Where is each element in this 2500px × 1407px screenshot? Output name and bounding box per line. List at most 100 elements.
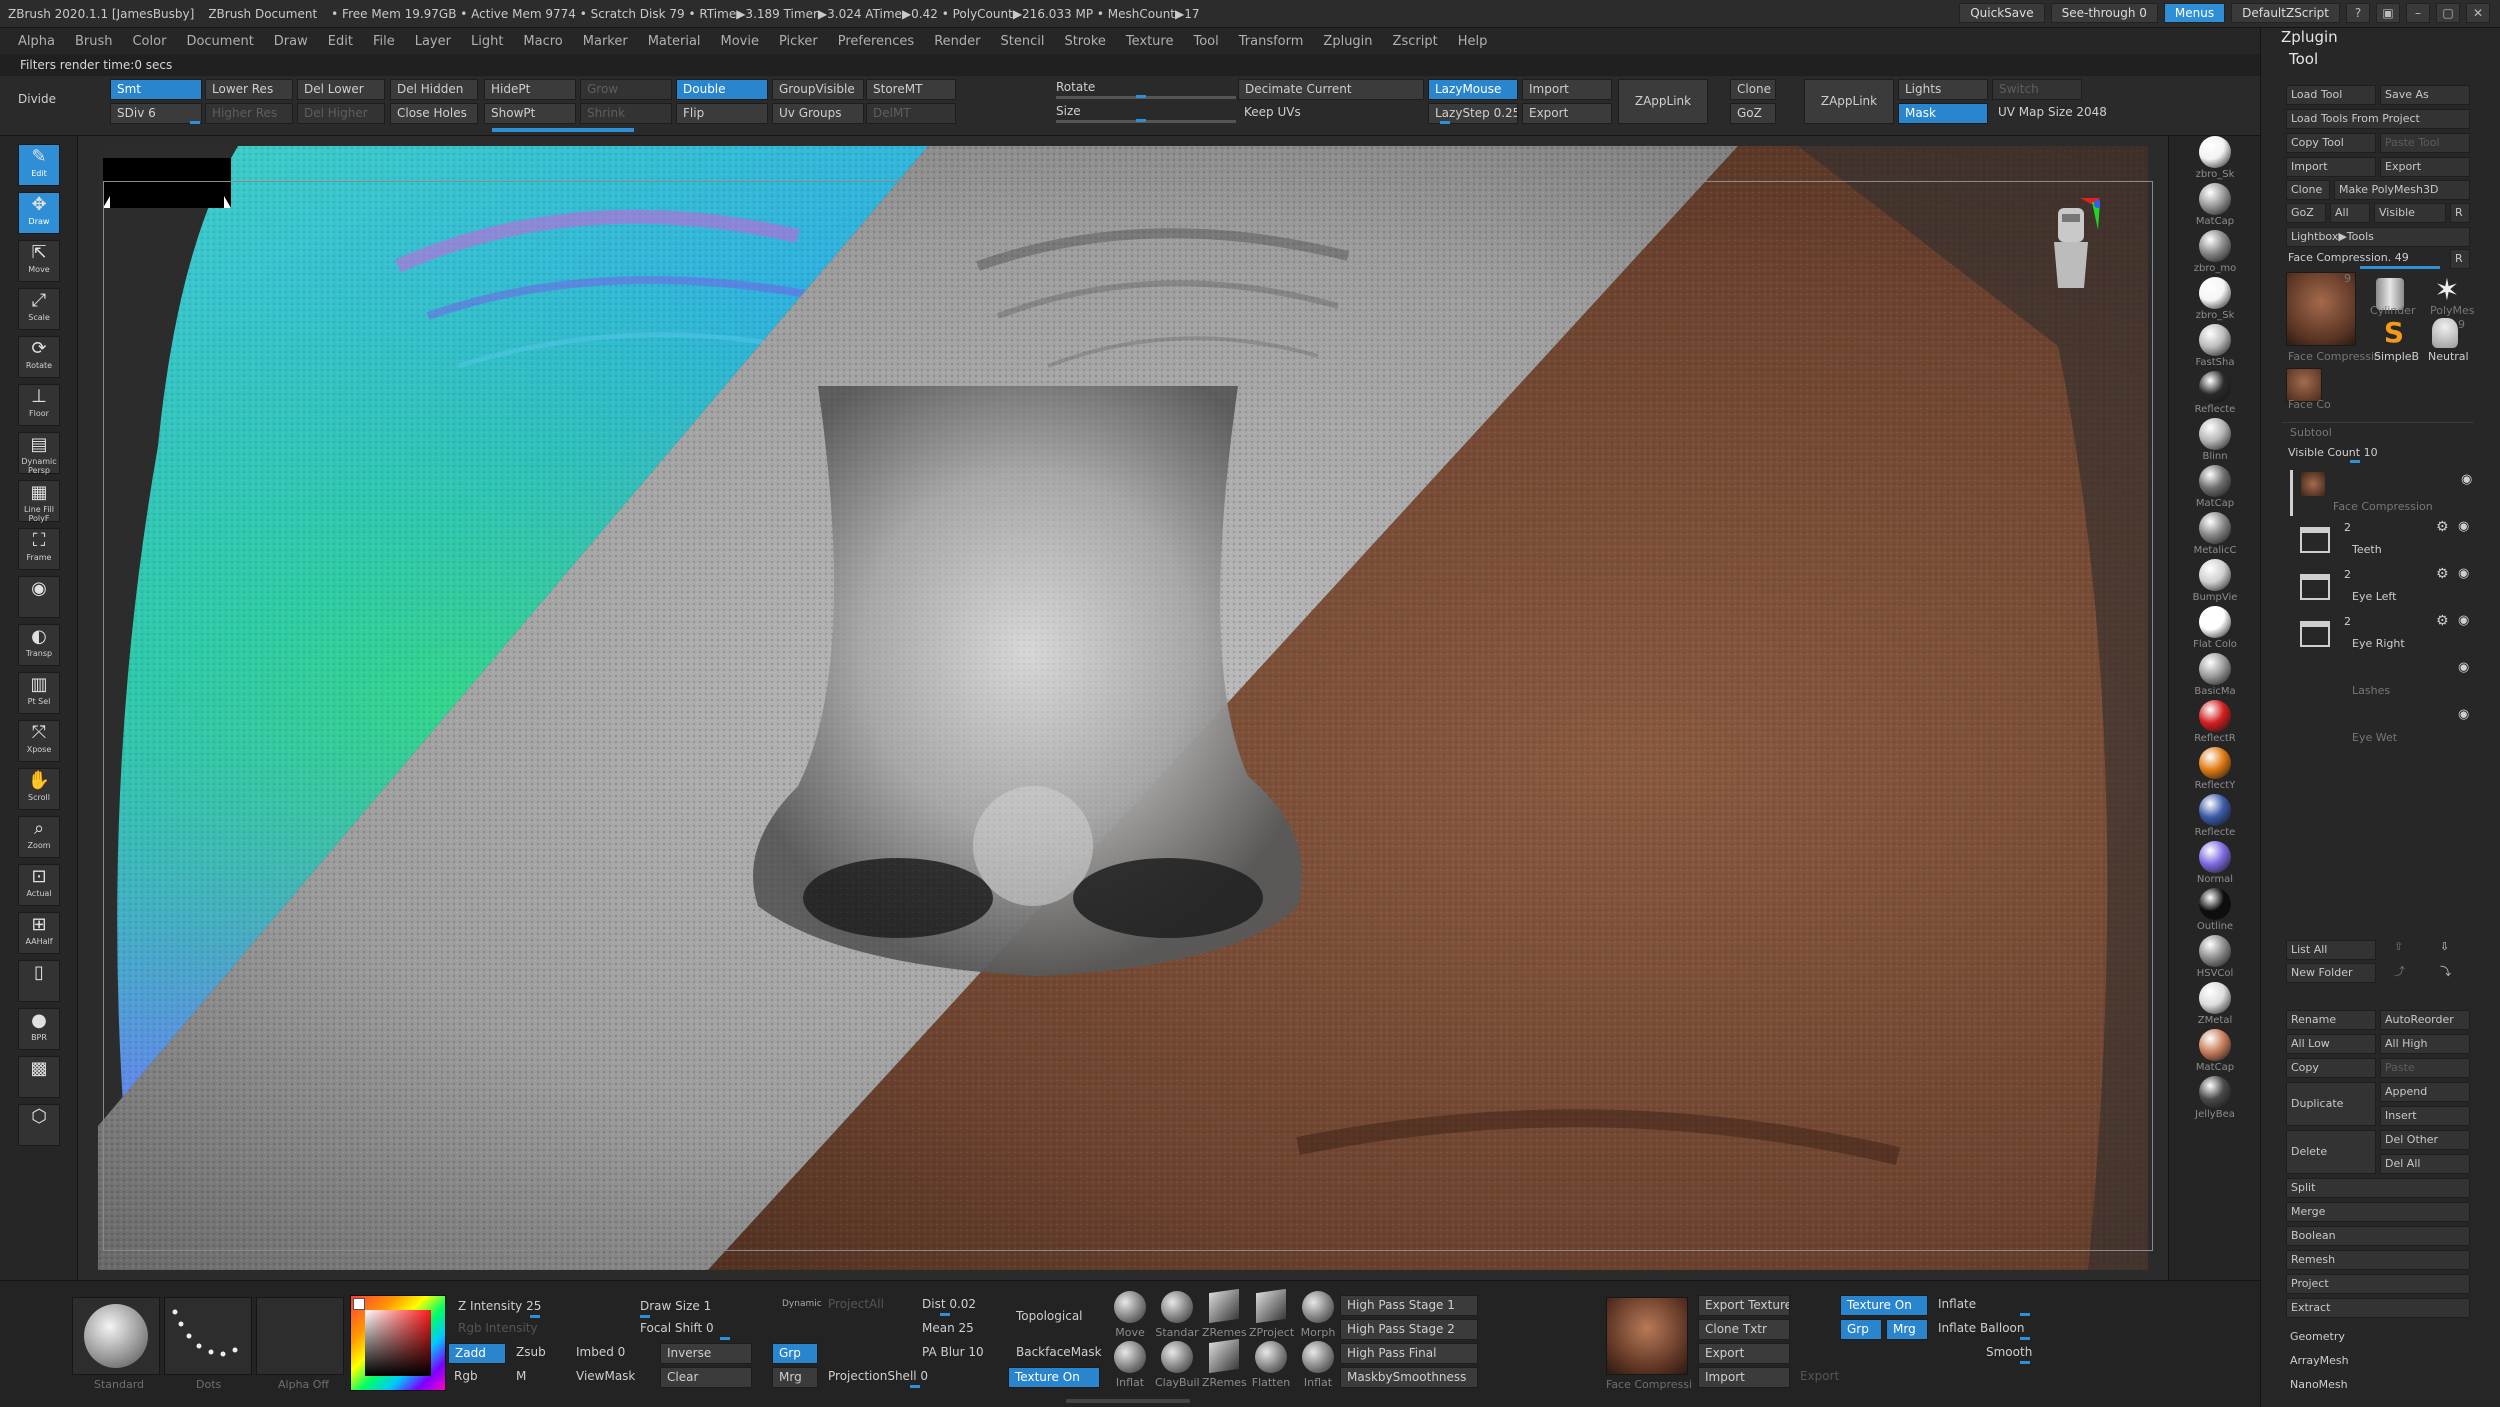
brush-zremes-button[interactable]: ZRemes <box>1202 1338 1247 1397</box>
menu-transform[interactable]: Transform <box>1239 34 1304 49</box>
eye-icon[interactable]: ◉ <box>2458 707 2469 722</box>
down-arrow-icon[interactable]: ⇩ <box>2440 940 2449 953</box>
menu-stroke[interactable]: Stroke <box>1064 34 1105 49</box>
autoreorder-button[interactable]: AutoReorder <box>2380 1010 2470 1030</box>
folder-icon[interactable] <box>2300 621 2330 647</box>
menu-help[interactable]: Help <box>1458 34 1488 49</box>
lazymouse-toggle[interactable]: LazyMouse <box>1428 79 1518 100</box>
brush-zproject-button[interactable]: ZProject <box>1249 1288 1294 1347</box>
extract-button[interactable]: Extract <box>2286 1298 2470 1318</box>
import-bottom-button[interactable]: Import <box>1698 1367 1790 1388</box>
brush-move-button[interactable]: Move <box>1108 1291 1152 1347</box>
material-swatch[interactable]: Outline <box>2191 888 2239 936</box>
double-toggle[interactable]: Double <box>676 79 768 100</box>
pa-blur-slider[interactable]: PA Blur 10 <box>916 1343 990 1364</box>
inflate-slider[interactable]: Inflate <box>1932 1295 1982 1316</box>
maximize-icon[interactable]: ▢ <box>2436 3 2460 23</box>
tool-r-button[interactable]: R <box>2450 249 2470 269</box>
subtool-item[interactable]: ◉ Face Compression <box>2290 470 2480 516</box>
tool-frame-button[interactable]: ⛶ Frame <box>18 528 60 570</box>
tool-cube-button[interactable]: ⬡ <box>18 1104 60 1146</box>
clone-button[interactable]: Clone <box>1730 79 1776 100</box>
zscript-button[interactable]: DefaultZScript <box>2231 3 2340 23</box>
goz-all-button[interactable]: All <box>2330 203 2370 223</box>
menu-zscript[interactable]: Zscript <box>1393 34 1438 49</box>
uv-map-size-slider[interactable]: UV Map Size 2048 <box>1992 103 2113 124</box>
eye-icon[interactable]: ◉ <box>2461 472 2472 487</box>
inflate-balloon-slider[interactable]: Inflate Balloon <box>1932 1319 2031 1340</box>
zadd-toggle[interactable]: Zadd <box>448 1343 506 1364</box>
material-swatch[interactable]: MatCap <box>2191 465 2239 513</box>
backfacemask-toggle[interactable]: BackfaceMask <box>1010 1343 1108 1364</box>
storemt-button[interactable]: StoreMT <box>866 79 956 100</box>
lightbox-tools-button[interactable]: Lightbox▶Tools <box>2286 227 2470 247</box>
tool-actual-button[interactable]: ⊡ Actual <box>18 864 60 906</box>
goz-visible-button[interactable]: Visible <box>2374 203 2446 223</box>
menu-preferences[interactable]: Preferences <box>838 34 914 49</box>
tool-snapshot-button[interactable]: ◉ <box>18 576 60 618</box>
see-through-slider[interactable]: See-through 0 <box>2050 3 2158 23</box>
viewmask-toggle[interactable]: ViewMask <box>570 1367 641 1388</box>
material-swatch[interactable]: FastSha <box>2191 324 2239 372</box>
rotate-slider[interactable] <box>1056 96 1236 99</box>
gear-icon[interactable]: ⚙ <box>2436 519 2449 535</box>
export-texture-button[interactable]: Export Texture <box>1698 1295 1790 1316</box>
neutral-thumbnail[interactable] <box>2432 318 2458 348</box>
tool-scale-button[interactable]: ⤢ Scale <box>18 288 60 330</box>
tool-persp-button[interactable]: ▤ Dynamic Persp <box>18 432 60 475</box>
main-color-swatch[interactable] <box>353 1298 365 1310</box>
clear-button[interactable]: Clear <box>660 1367 752 1388</box>
texture-on-toggle-1[interactable]: Texture On <box>1008 1367 1100 1388</box>
folder-icon[interactable] <box>2300 527 2330 553</box>
stroke-thumbnail[interactable] <box>164 1297 252 1375</box>
tool-xpose-button[interactable]: ⤧ Xpose <box>18 720 60 762</box>
menu-stencil[interactable]: Stencil <box>1000 34 1044 49</box>
insert-button[interactable]: Insert <box>2380 1106 2470 1126</box>
brush-inflat-button[interactable]: Inflat <box>1108 1341 1152 1397</box>
higher-res-button[interactable]: Higher Res <box>205 103 293 124</box>
size-slider-knob[interactable] <box>1136 119 1146 122</box>
paste-tool-button[interactable]: Paste Tool <box>2380 133 2470 153</box>
save-as-button[interactable]: Save As <box>2380 85 2470 105</box>
grp-toggle-2[interactable]: Grp <box>1840 1319 1882 1340</box>
menu-color[interactable]: Color <box>132 34 166 49</box>
current-tool-label[interactable]: Face Compression. 49 <box>2288 251 2409 264</box>
mrg-toggle-2[interactable]: Mrg <box>1886 1319 1928 1340</box>
material-swatch[interactable]: zbro_mo <box>2191 230 2239 278</box>
grow-button[interactable]: Grow <box>580 79 672 100</box>
tool-zoom-button[interactable]: ⌕ Zoom <box>18 816 60 858</box>
all-low-button[interactable]: All Low <box>2286 1034 2376 1054</box>
project-button[interactable]: Project <box>2286 1274 2470 1294</box>
menu-edit[interactable]: Edit <box>328 34 353 49</box>
dynamic-toggle[interactable]: Dynamic <box>776 1295 828 1316</box>
smooth-knob[interactable] <box>2020 1361 2030 1364</box>
m-toggle[interactable]: M <box>510 1367 532 1388</box>
high-pass-stage-1-button[interactable]: High Pass Stage 1 <box>1340 1295 1478 1316</box>
polymesh-star-icon[interactable]: ✶ <box>2430 274 2464 308</box>
high-pass-final-button[interactable]: High Pass Final <box>1340 1343 1478 1364</box>
goz-button[interactable]: GoZ <box>1730 103 1776 124</box>
brush-claybuil-button[interactable]: ClayBuil <box>1155 1341 1200 1397</box>
import-button[interactable]: Import <box>1522 79 1612 100</box>
menu-layer[interactable]: Layer <box>415 34 451 49</box>
material-swatch[interactable]: MatCap <box>2191 183 2239 231</box>
arraymesh-section[interactable]: ArrayMesh <box>2290 1354 2349 1367</box>
tool-palette-title[interactable]: Tool <box>2289 50 2318 68</box>
mean-slider[interactable]: Mean 25 <box>916 1319 980 1340</box>
uv-groups-button[interactable]: Uv Groups <box>772 103 864 124</box>
menus-button[interactable]: Menus <box>2163 3 2226 23</box>
projectall-button[interactable]: ProjectAll <box>822 1295 890 1316</box>
flip-button[interactable]: Flip <box>676 103 768 124</box>
export-button[interactable]: Export <box>1522 103 1612 124</box>
imbed-slider[interactable]: Imbed 0 <box>570 1343 631 1364</box>
divide-button[interactable]: Divide <box>12 90 62 111</box>
smt-toggle[interactable]: Smt <box>110 79 202 100</box>
tool-ptsel-button[interactable]: ▥ Pt Sel <box>18 672 60 714</box>
move-down-icon[interactable]: ⤵ <box>2440 963 2451 979</box>
close-icon[interactable]: ✕ <box>2466 3 2490 23</box>
showpt-button[interactable]: ShowPt <box>484 103 576 124</box>
tool-rotate-button[interactable]: ⟳ Rotate <box>18 336 60 378</box>
subtool-item[interactable]: 2 ⚙ ◉ Eye Left <box>2290 564 2480 610</box>
close-holes-button[interactable]: Close Holes <box>390 103 478 124</box>
navigation-gizmo[interactable] <box>2040 198 2100 298</box>
